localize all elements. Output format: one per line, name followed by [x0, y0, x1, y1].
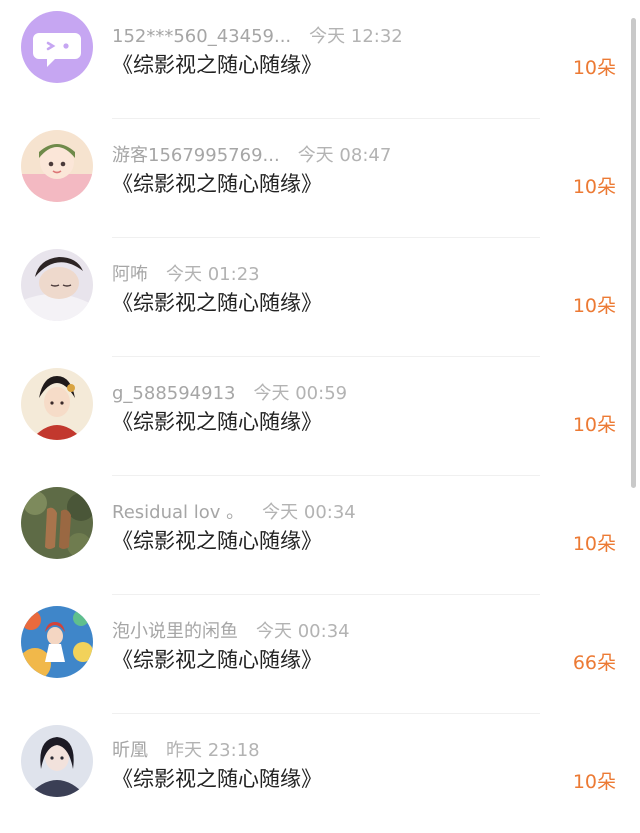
timestamp: 今天 00:34	[256, 621, 350, 642]
book-title[interactable]: 《综影视之随心随缘》	[112, 644, 322, 674]
timestamp: 今天 00:59	[253, 383, 348, 404]
timestamp: 今天 01:23	[166, 264, 260, 285]
cartoon-girl-avatar-icon	[21, 130, 93, 202]
book-title[interactable]: 《综影视之随心随缘》	[112, 287, 322, 317]
ancient-costume-avatar-icon	[21, 368, 93, 440]
book-title[interactable]: 《综影视之随心随缘》	[112, 525, 322, 555]
username[interactable]: 阿咘	[112, 264, 148, 285]
timestamp: 今天 12:32	[309, 26, 403, 47]
meta: 昕凰 昨天 23:18	[112, 736, 260, 762]
username[interactable]: Residual lov 。	[112, 502, 244, 523]
sleeping-person-avatar-icon	[21, 249, 93, 321]
avatar[interactable]	[21, 606, 93, 678]
username[interactable]: 游客1567995769...	[112, 145, 280, 166]
avatar[interactable]	[21, 249, 93, 321]
username[interactable]: 泡小说里的闲鱼	[112, 621, 238, 642]
meta: 游客1567995769... 今天 08:47	[112, 141, 391, 167]
dark-hair-girl-avatar-icon	[21, 725, 93, 797]
gift-amount: 10朵	[572, 57, 616, 79]
gift-amount: 10朵	[572, 533, 616, 555]
list-item[interactable]: 阿咘 今天 01:23 《综影视之随心随缘》 10朵	[0, 238, 640, 357]
meta: Residual lov 。今天 00:34	[112, 498, 356, 524]
meta: 泡小说里的闲鱼 今天 00:34	[112, 617, 350, 643]
gift-amount: 10朵	[572, 414, 616, 436]
meta: g_588594913 今天 00:59	[112, 379, 347, 405]
list-item[interactable]: 152***560_43459... 今天 12:32 《综影视之随心随缘》 10…	[0, 0, 640, 119]
list-item[interactable]: g_588594913 今天 00:59 《综影视之随心随缘》 10朵	[0, 357, 640, 476]
avatar[interactable]	[21, 368, 93, 440]
username[interactable]: 152***560_43459...	[112, 26, 291, 47]
username[interactable]: g_588594913	[112, 383, 236, 404]
gift-amount: 66朵	[572, 652, 616, 674]
book-title[interactable]: 《综影视之随心随缘》	[112, 168, 322, 198]
list-item[interactable]: Residual lov 。今天 00:34 《综影视之随心随缘》 10朵	[0, 476, 640, 595]
timestamp: 昨天 23:18	[166, 740, 260, 761]
default-chat-avatar-icon	[21, 11, 93, 83]
meta: 阿咘 今天 01:23	[112, 260, 260, 286]
gift-amount: 10朵	[572, 295, 616, 317]
avatar[interactable]	[21, 130, 93, 202]
book-title[interactable]: 《综影视之随心随缘》	[112, 763, 322, 793]
avatar[interactable]	[21, 11, 93, 83]
colorful-illustration-avatar-icon	[21, 606, 93, 678]
list-item[interactable]: 昕凰 昨天 23:18 《综影视之随心随缘》 10朵	[0, 714, 640, 833]
timestamp: 今天 00:34	[262, 502, 356, 523]
gift-amount: 10朵	[572, 176, 616, 198]
book-title[interactable]: 《综影视之随心随缘》	[112, 49, 322, 79]
scrollbar[interactable]	[631, 18, 636, 488]
timestamp: 今天 08:47	[297, 145, 392, 166]
username[interactable]: 昕凰	[112, 740, 148, 761]
avatar[interactable]	[21, 725, 93, 797]
avatar[interactable]	[21, 487, 93, 559]
list-item[interactable]: 泡小说里的闲鱼 今天 00:34 《综影视之随心随缘》 66朵	[0, 595, 640, 714]
meta: 152***560_43459... 今天 12:32	[112, 22, 403, 48]
list-item[interactable]: 游客1567995769... 今天 08:47 《综影视之随心随缘》 10朵	[0, 119, 640, 238]
book-title[interactable]: 《综影视之随心随缘》	[112, 406, 322, 436]
gift-amount: 10朵	[572, 771, 616, 793]
shoes-photo-avatar-icon	[21, 487, 93, 559]
